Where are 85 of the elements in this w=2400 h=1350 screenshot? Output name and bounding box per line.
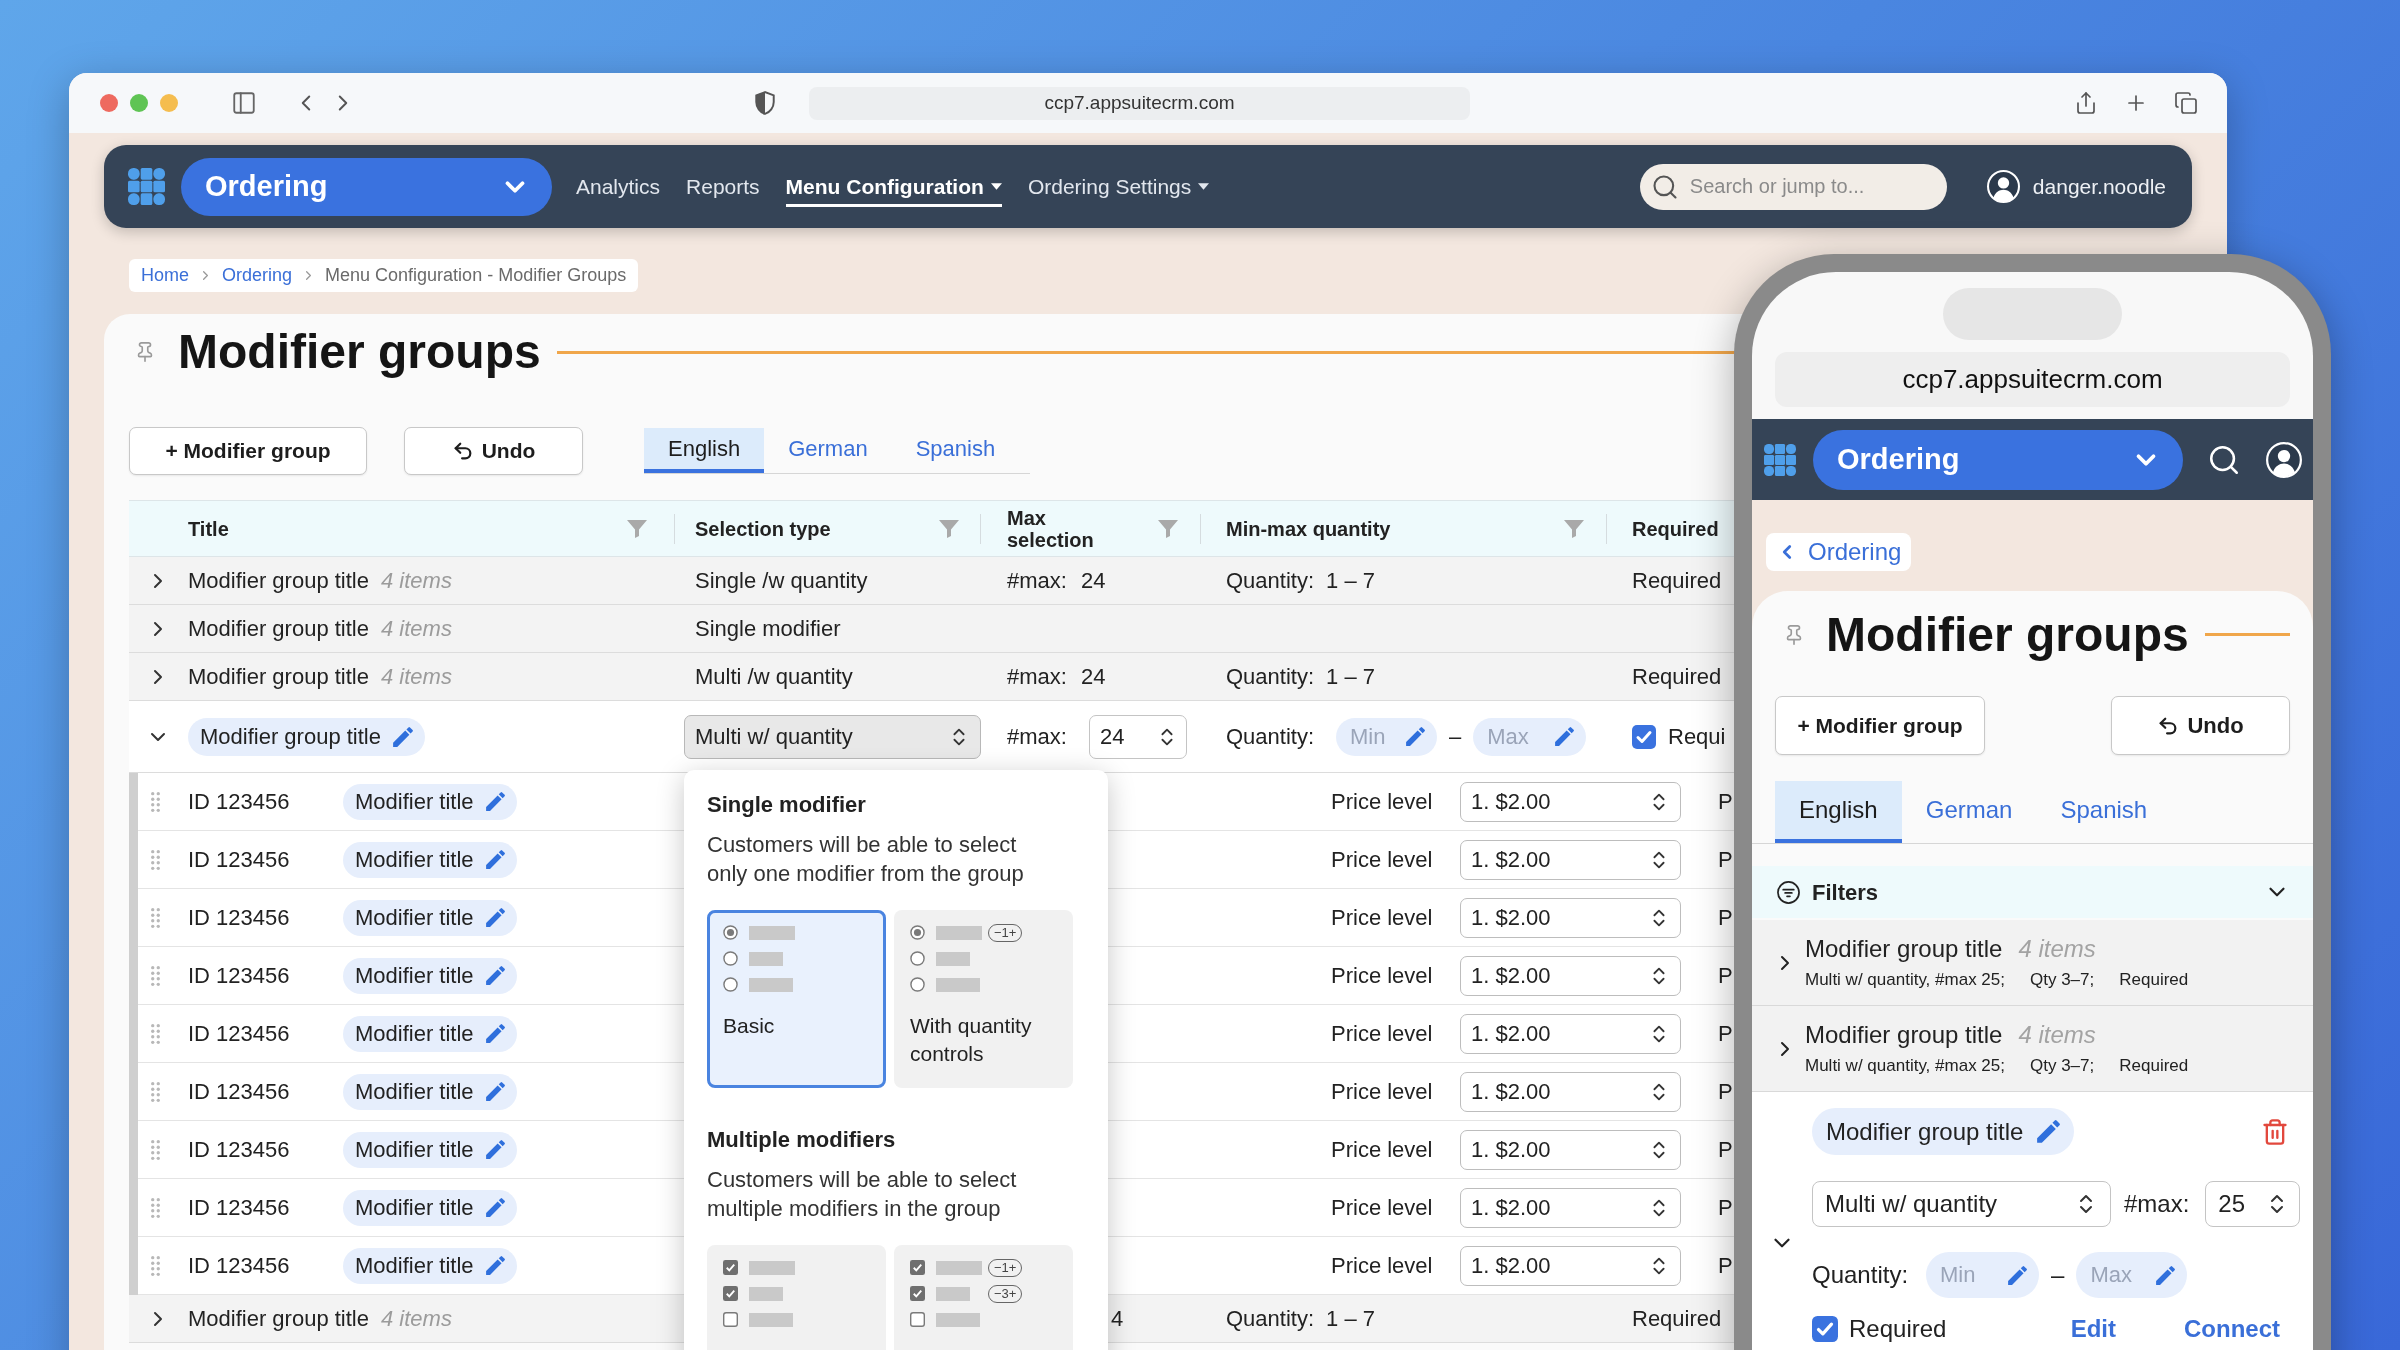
- group-title: Modifier group title: [188, 663, 369, 691]
- modifier-id: ID 123456: [188, 962, 290, 990]
- column-header: Max selection: [1007, 506, 1095, 551]
- group-title: Modifier group title: [188, 567, 369, 595]
- group-summary: Qty 3–7;: [2030, 969, 2095, 991]
- selection-type: Multi /w quantity: [695, 663, 853, 691]
- quantity-range: 1 – 7: [1326, 1305, 1375, 1333]
- group-title: Modifier group title: [188, 615, 369, 643]
- price-column-text: P: [1718, 1136, 1733, 1164]
- required-label: Required: [1632, 663, 1722, 691]
- price-level-label: Price level: [1331, 846, 1433, 874]
- price-column-text: P: [1718, 1078, 1733, 1106]
- price-level-label: Price level: [1331, 1020, 1433, 1048]
- modifier-id: ID 123456: [188, 1078, 290, 1106]
- range-dash: –: [1449, 723, 1462, 751]
- required-label: Requi: [1668, 723, 1726, 751]
- group-title: Modifier group title: [1805, 934, 2003, 964]
- column-header: Required: [1632, 517, 1719, 540]
- item-count: 4 items: [381, 1305, 452, 1333]
- column-header: Min-max quantity: [1226, 517, 1391, 540]
- price-level-label: Price level: [1331, 1078, 1433, 1106]
- modifier-id: ID 123456: [188, 788, 290, 816]
- price-level-label: Price level: [1331, 962, 1433, 990]
- modifier-id: ID 123456: [188, 1136, 290, 1164]
- max-label: #max:: [2124, 1189, 2190, 1219]
- modifier-id: ID 123456: [188, 1020, 290, 1048]
- quantity-range: 1 – 7: [1326, 567, 1375, 595]
- modifier-id: ID 123456: [188, 1252, 290, 1280]
- quantity-range: 1 – 7: [1326, 663, 1375, 691]
- price-level-label: Price level: [1331, 904, 1433, 932]
- item-count: 4 items: [381, 663, 452, 691]
- price-level-label: Price level: [1331, 1252, 1433, 1280]
- max-value: 24: [1080, 663, 1106, 691]
- max-value: 24: [1080, 567, 1106, 595]
- modifier-id: ID 123456: [188, 904, 290, 932]
- option-label: Basic: [723, 1012, 776, 1039]
- price-level-label: Price level: [1331, 1194, 1433, 1222]
- selection-type: Single modifier: [695, 615, 841, 643]
- option-label: With quantity controls: [910, 1012, 1033, 1067]
- group-title: Modifier group title: [188, 1305, 369, 1333]
- modifier-id: ID 123456: [188, 1194, 290, 1222]
- required-label: Required: [1632, 567, 1722, 595]
- price-column-text: P: [1718, 788, 1733, 816]
- quantity-label: Quantity:: [1226, 1305, 1315, 1333]
- max-label: #max:: [1007, 567, 1067, 595]
- menu-section-title: Single modifier: [707, 790, 867, 819]
- breadcrumb-current: Menu Configuration - Modifier Groups: [325, 264, 627, 287]
- group-summary: Multi w/ quantity, #max 25;: [1805, 969, 2005, 991]
- filters-label: Filters: [1812, 878, 1879, 907]
- menu-section-description: Customers will be able to select only one modifier from the group: [707, 830, 1025, 888]
- price-column-text: P: [1718, 962, 1733, 990]
- price-column-text: P: [1718, 904, 1733, 932]
- page-title: Modifier groups: [178, 327, 541, 377]
- quantity-label: Quantity:: [1226, 663, 1315, 691]
- menu-section-title: Multiple modifiers: [707, 1125, 897, 1154]
- price-level-label: Price level: [1331, 1136, 1433, 1164]
- max-label: #max:: [1007, 663, 1067, 691]
- menu-section-description: Customers will be able to select multiple modifiers in the group: [707, 1165, 1018, 1223]
- price-level-label: Price level: [1331, 788, 1433, 816]
- item-count: 4 items: [381, 567, 452, 595]
- group-summary: Required: [2119, 1055, 2189, 1077]
- required-label: Required: [1632, 1305, 1722, 1333]
- price-column-text: P: [1718, 1252, 1733, 1280]
- group-summary: Required: [2119, 969, 2189, 991]
- item-count: 4 items: [381, 615, 452, 643]
- range-dash: –: [2051, 1260, 2065, 1290]
- max-value: 4: [1111, 1305, 1124, 1333]
- quantity-label: Quantity:: [1226, 723, 1315, 751]
- price-column-text: P: [1718, 1020, 1733, 1048]
- column-header: Title: [188, 517, 229, 540]
- required-label: Required: [1849, 1314, 1947, 1344]
- item-count: 4 items: [2018, 1020, 2096, 1050]
- price-column-text: P: [1718, 846, 1733, 874]
- modifier-id: ID 123456: [188, 846, 290, 874]
- price-column-text: P: [1718, 1194, 1733, 1222]
- quantity-label: Quantity:: [1226, 567, 1315, 595]
- page-title: Modifier groups: [1826, 607, 2189, 662]
- column-header: Selection type: [695, 517, 831, 540]
- group-summary: Multi w/ quantity, #max 25;: [1805, 1055, 2005, 1077]
- max-label: #max:: [1007, 723, 1067, 751]
- group-title: Modifier group title: [1805, 1020, 2003, 1050]
- group-summary: Qty 3–7;: [2030, 1055, 2095, 1077]
- selection-type: Single /w quantity: [695, 567, 868, 595]
- quantity-label: Quantity:: [1812, 1260, 1909, 1290]
- item-count: 4 items: [2018, 934, 2096, 964]
